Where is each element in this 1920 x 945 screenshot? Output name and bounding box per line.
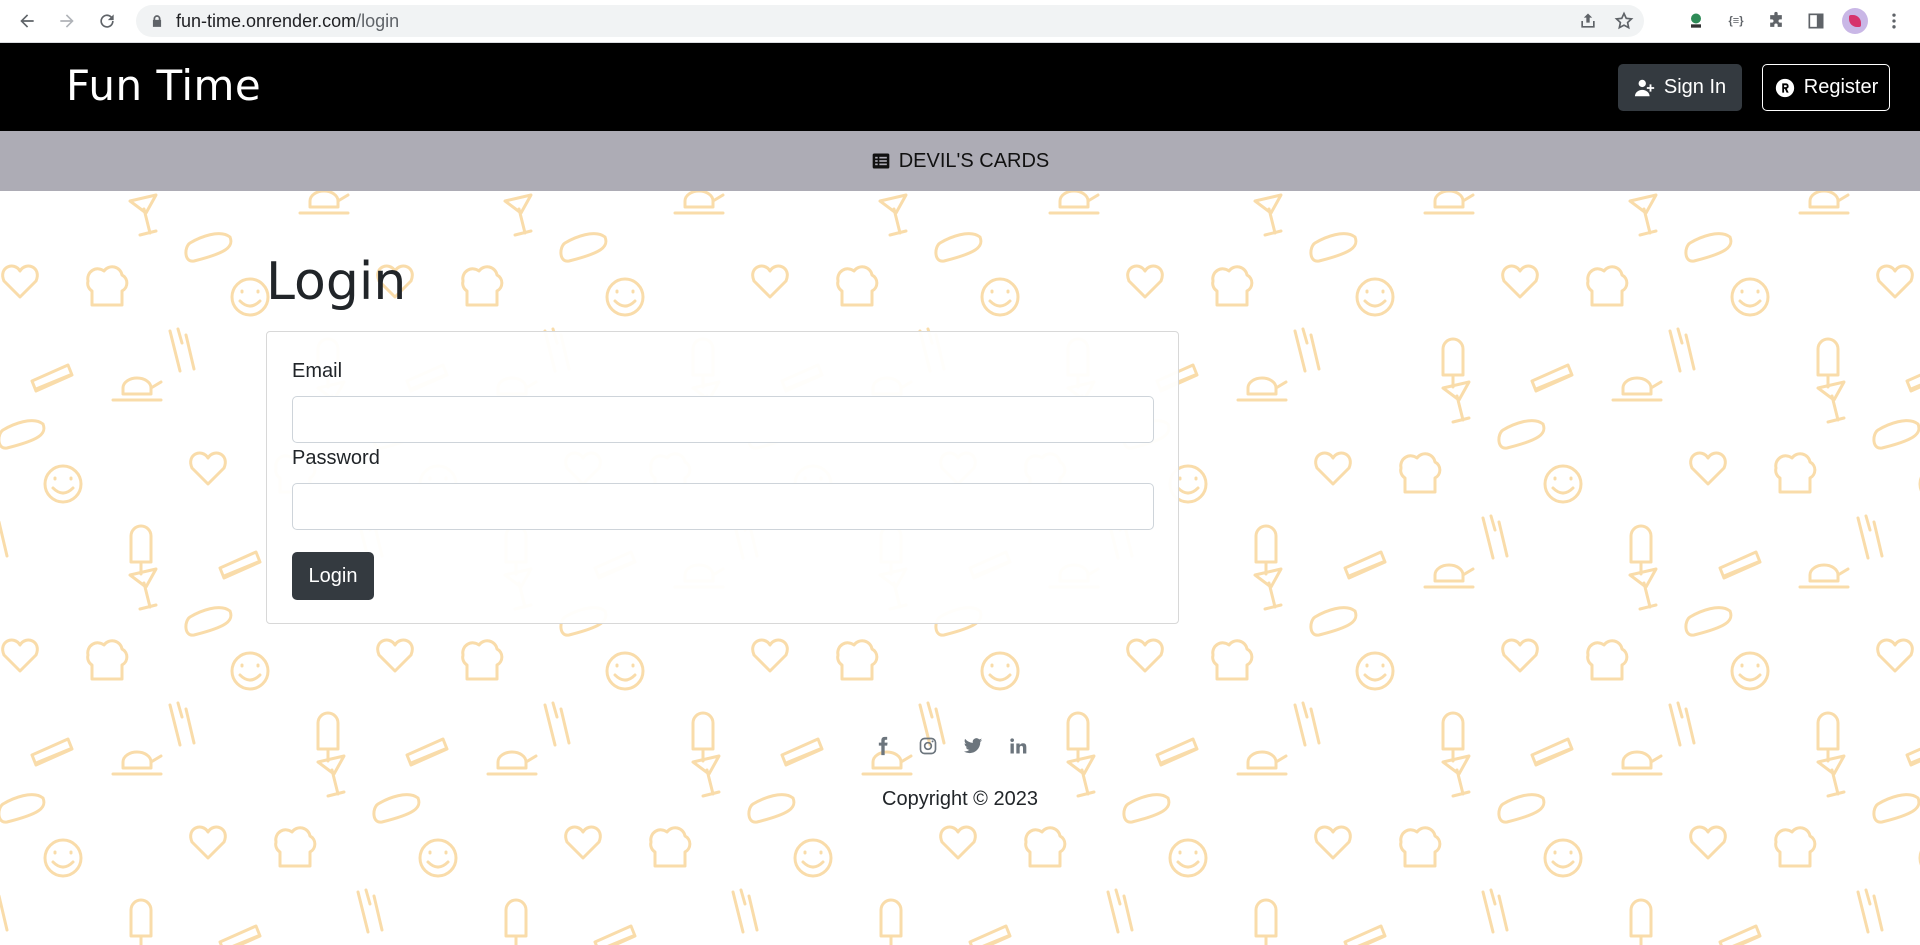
puzzle-extensions-icon[interactable] (1762, 7, 1790, 35)
page-title: Login (266, 252, 407, 312)
email-label: Email (292, 360, 343, 382)
registered-icon (1775, 78, 1794, 97)
secondary-nav: DEVIL'S CARDS (0, 131, 1920, 191)
reload-icon (100, 14, 114, 28)
back-button[interactable] (10, 4, 44, 38)
password-field[interactable] (292, 483, 1154, 530)
sign-in-label: Sign In (1663, 76, 1727, 98)
reload-button[interactable] (90, 4, 124, 38)
list-icon (872, 153, 890, 169)
forward-button[interactable] (50, 4, 84, 38)
bookmark-star-icon[interactable] (1614, 11, 1634, 31)
copyright-text: Copyright © 2023 (882, 788, 1038, 810)
twitter-icon[interactable] (962, 735, 984, 757)
browser-toolbar: fun-time.onrender.com/login {≡} (0, 0, 1920, 43)
register-button[interactable]: Register (1762, 64, 1890, 111)
lock-icon (152, 15, 162, 27)
register-label: Register (1803, 76, 1879, 98)
linkedin-icon[interactable] (1007, 735, 1029, 757)
facebook-icon[interactable] (872, 735, 894, 757)
user-plus-icon (1634, 79, 1655, 96)
forward-arrow-icon (60, 14, 74, 28)
email-field[interactable] (292, 396, 1154, 443)
json-extension-icon[interactable]: {≡} (1722, 7, 1750, 35)
url-host: fun-time.onrender.com (176, 10, 357, 31)
social-links (872, 735, 1029, 757)
instagram-icon[interactable] (917, 735, 939, 757)
login-submit-button[interactable]: Login (292, 552, 374, 600)
url-text: fun-time.onrender.com/login (176, 11, 399, 32)
brand-logo[interactable]: Fun Time (66, 61, 261, 110)
site-header: Fun Time Sign In Register (0, 43, 1920, 131)
url-path: /login (356, 10, 400, 31)
side-panel-icon[interactable] (1802, 7, 1830, 35)
login-form: Email Password Login (266, 331, 1179, 624)
html-extension-icon[interactable] (1682, 7, 1710, 35)
profile-avatar[interactable] (1842, 8, 1868, 34)
password-label: Password (292, 447, 380, 469)
address-bar[interactable]: fun-time.onrender.com/login (136, 5, 1644, 37)
devils-cards-link[interactable]: DEVIL'S CARDS (871, 149, 1050, 173)
kebab-menu-icon[interactable] (1880, 7, 1908, 35)
sign-in-button[interactable]: Sign In (1618, 64, 1742, 111)
back-arrow-icon (20, 14, 34, 28)
share-icon[interactable] (1578, 11, 1598, 31)
devils-cards-label: DEVIL'S CARDS (898, 149, 1050, 172)
